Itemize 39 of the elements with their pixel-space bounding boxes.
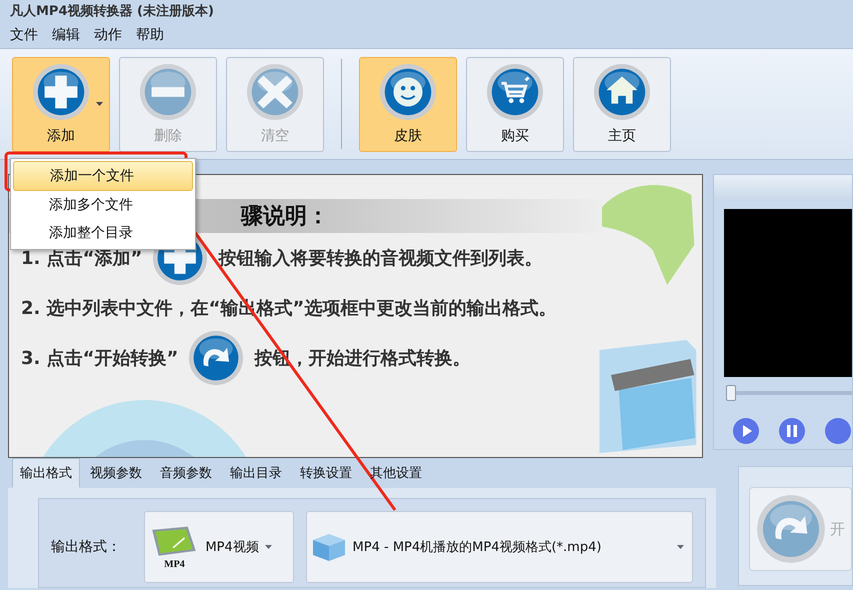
step-text: 1. 点击“添加” bbox=[21, 247, 142, 270]
menu-item[interactable]: 添加多个文件 bbox=[13, 191, 193, 219]
tab[interactable]: 输出目录 bbox=[222, 458, 290, 488]
close-icon bbox=[246, 63, 304, 121]
field-label: 输出格式： bbox=[51, 538, 122, 556]
toolbar-button[interactable]: 购买 bbox=[466, 56, 564, 152]
window-title: 凡人MP4视频转换器 (未注册版本) bbox=[10, 2, 214, 20]
tab[interactable]: 其他设置 bbox=[362, 458, 430, 488]
menu-item[interactable]: 编辑 bbox=[52, 26, 80, 44]
icon-caption: MP4 bbox=[164, 558, 185, 570]
tab[interactable]: 音频参数 bbox=[152, 458, 220, 488]
toolbar-button[interactable]: 皮肤 bbox=[359, 56, 457, 152]
step-text: 按钮输入将要转换的音视频文件到列表。 bbox=[218, 247, 542, 270]
play-icon[interactable] bbox=[732, 417, 760, 445]
smiley-icon bbox=[379, 63, 437, 121]
plus-icon bbox=[32, 63, 90, 121]
tab[interactable]: 输出格式 bbox=[12, 458, 80, 488]
toolbar-button[interactable]: 主页 bbox=[573, 56, 671, 152]
caret-icon[interactable] bbox=[96, 102, 103, 106]
pause-icon[interactable] bbox=[778, 417, 806, 445]
menu-item[interactable]: 添加整个目录 bbox=[13, 219, 193, 247]
tab[interactable]: 视频参数 bbox=[82, 458, 150, 488]
section-title: 骤说明： bbox=[241, 203, 329, 231]
minus-icon bbox=[139, 63, 197, 121]
home-icon bbox=[593, 63, 651, 121]
box-icon bbox=[310, 532, 347, 562]
device-dropdown[interactable]: MP4 MP4视频 bbox=[144, 511, 294, 583]
menu-item[interactable]: 帮助 bbox=[136, 26, 164, 44]
step-text: 3. 点击“开始转换” bbox=[21, 347, 178, 370]
menu-item[interactable]: 动作 bbox=[94, 26, 122, 44]
menu-item[interactable]: 添加一个文件 bbox=[13, 161, 193, 191]
toolbar-button[interactable]: 添加 bbox=[12, 56, 110, 152]
slider-thumb[interactable] bbox=[726, 385, 736, 401]
menu-item[interactable]: 文件 bbox=[10, 26, 38, 44]
tab[interactable]: 转换设置 bbox=[292, 458, 360, 488]
caret-icon bbox=[264, 545, 272, 549]
cart-icon bbox=[486, 63, 544, 121]
caret-icon bbox=[677, 545, 684, 549]
format-dropdown[interactable]: MP4 - MP4机播放的MP4视频格式(*.mp4) bbox=[306, 511, 693, 583]
